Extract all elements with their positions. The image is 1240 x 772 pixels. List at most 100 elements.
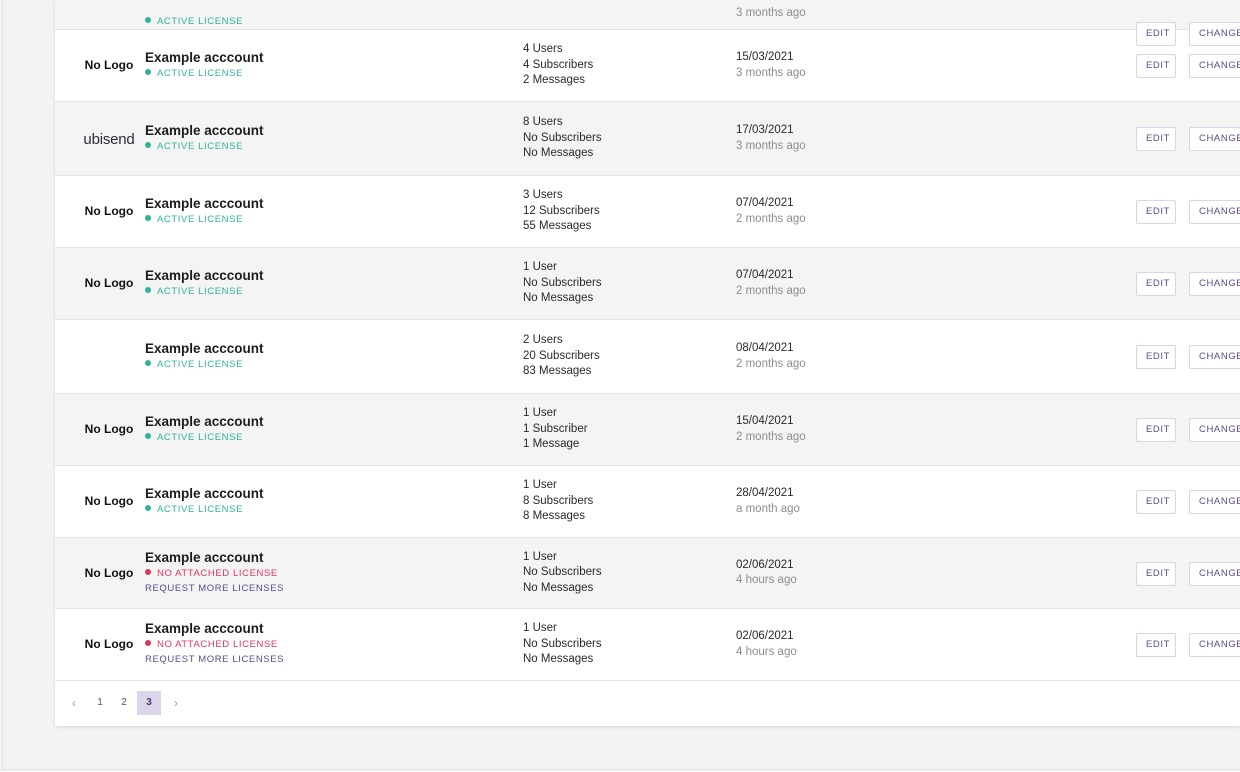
no-logo-label: No Logo [84, 637, 134, 651]
account-name[interactable]: Example acccount [145, 621, 284, 637]
change-button[interactable]: CHANGE [1189, 345, 1240, 369]
page-3-button[interactable]: 3 [137, 691, 161, 715]
page-1-button[interactable]: 1 [88, 691, 112, 715]
subscribers-count: 12 Subscribers [523, 204, 600, 217]
created-date: 02/06/2021 4 hours ago [736, 558, 797, 589]
account-stats: 1 User No Subscribers No Messages [523, 260, 602, 307]
created-date: 07/04/2021 2 months ago [736, 268, 806, 299]
messages-count: 8 Messages [523, 510, 586, 522]
change-button[interactable]: CHANGE [1189, 633, 1240, 657]
subscribers-count: 8 Subscribers [523, 494, 594, 507]
status-dot-icon [145, 432, 151, 439]
messages-count: 83 Messages [523, 365, 592, 377]
license-status: ACTIVE LICENSE [145, 431, 264, 445]
status-dot-icon [145, 68, 151, 75]
account-stats: 1 User No Subscribers No Messages [523, 550, 602, 597]
status-dot-icon [145, 568, 151, 575]
users-count: 4 Users [523, 43, 563, 55]
request-more-licenses-link[interactable]: REQUEST MORE LICENSES [145, 582, 284, 596]
account-name[interactable]: Example acccount [145, 123, 264, 139]
change-button[interactable]: CHANGE [1189, 54, 1240, 78]
messages-count: No Messages [523, 147, 594, 159]
account-name[interactable]: Example acccount [145, 486, 264, 502]
account-name[interactable]: Example acccount [145, 341, 264, 357]
request-more-licenses-link[interactable]: REQUEST MORE LICENSES [145, 653, 284, 667]
account-stats: 4 Users 4 Subscribers 2 Messages [523, 42, 593, 89]
date-value: 07/04/2021 [736, 269, 794, 281]
account-info: Example acccount ACTIVE LICENSE [145, 123, 264, 154]
account-name[interactable]: Example acccount [145, 268, 264, 284]
change-button[interactable]: CHANGE [1189, 561, 1240, 586]
change-button[interactable]: CHANGE [1189, 200, 1240, 224]
no-logo-label: No Logo [84, 494, 134, 508]
license-status-text: ACTIVE LICENSE [157, 16, 244, 27]
created-date: 15/04/2021 2 months ago [736, 414, 806, 445]
license-status-text: NO ATTACHED LICENSE [157, 567, 278, 579]
account-info: ACTIVE LICENSE [145, 14, 243, 29]
license-status-text: NO ATTACHED LICENSE [157, 639, 278, 650]
license-status: ACTIVE LICENSE [145, 503, 264, 517]
account-name[interactable]: Example acccount [145, 50, 264, 66]
messages-count: 2 Messages [523, 74, 586, 86]
edit-button[interactable]: EDIT [1136, 200, 1176, 224]
account-name[interactable]: Example acccount [145, 550, 284, 566]
edit-button[interactable]: EDIT [1136, 127, 1176, 151]
table-row: No Logo Example acccount ACTIVE LICENSE 1 U… [55, 466, 1240, 538]
change-button[interactable]: CHANGE [1189, 490, 1240, 514]
relative-time: 2 months ago [736, 357, 806, 370]
license-status: NO ATTACHED LICENSE [145, 567, 284, 581]
change-button[interactable]: CHANGE [1189, 127, 1240, 151]
license-status: ACTIVE LICENSE [145, 140, 264, 154]
license-status: ACTIVE LICENSE [145, 358, 264, 372]
table-row: No Logo Example acccount ACTIVE LICENSE 1 U… [55, 248, 1240, 320]
edit-button[interactable]: EDIT [1136, 54, 1176, 78]
license-status-text: ACTIVE LICENSE [157, 67, 244, 79]
subscribers-count: 1 Subscriber [523, 422, 588, 435]
account-name[interactable]: Example acccount [145, 414, 264, 430]
next-page-button[interactable]: › [164, 691, 188, 715]
status-dot-icon [145, 17, 151, 23]
account-info: Example acccount ACTIVE LICENSE [145, 341, 264, 372]
no-logo-label: No Logo [84, 204, 134, 218]
relative-time: 4 hours ago [736, 645, 797, 658]
created-date: 08/04/2021 2 months ago [736, 341, 806, 372]
license-status: ACTIVE LICENSE [145, 15, 243, 29]
created-date: 17/03/2021 3 months ago [736, 123, 806, 154]
account-info: Example acccount ACTIVE LICENSE [145, 414, 264, 445]
users-count: 1 User [523, 407, 557, 419]
created-date: 02/06/2021 4 hours ago [736, 629, 797, 660]
pagination: ‹ 1 2 3 › [55, 681, 1240, 726]
account-name[interactable]: Example acccount [145, 196, 264, 212]
date-value: 15/03/2021 [736, 51, 794, 63]
prev-page-button[interactable]: ‹ [62, 691, 86, 715]
users-count: 1 User [523, 479, 557, 491]
subscribers-count: No Subscribers [523, 276, 602, 289]
status-dot-icon [145, 141, 151, 148]
account-stats: 1 User 8 Subscribers 8 Messages [523, 478, 593, 525]
table-row: ACTIVE LICENSE60 Messages3 months agoEDI… [55, 0, 1240, 46]
relative-time: 2 months ago [736, 284, 806, 297]
edit-button[interactable]: EDIT [1136, 633, 1176, 657]
users-count: 8 Users [523, 116, 563, 128]
license-status: ACTIVE LICENSE [145, 67, 264, 81]
subscribers-count: 4 Subscribers [523, 58, 594, 71]
relative-time: 3 months ago [736, 139, 806, 152]
edit-button[interactable]: EDIT [1136, 345, 1176, 369]
license-status-text: ACTIVE LICENSE [157, 431, 244, 443]
messages-count: No Messages [523, 653, 594, 665]
no-logo-label: No Logo [84, 565, 134, 580]
table-row: Example acccount ACTIVE LICENSE 2 Users 20 … [55, 320, 1240, 394]
account-stats: 2 Users 20 Subscribers 83 Messages [523, 333, 600, 380]
accounts-table: ‹ 1 2 3 › ACTIVE LICENSE60 Messages3 mon… [55, 0, 1240, 726]
edit-button[interactable]: EDIT [1136, 490, 1176, 514]
edit-button[interactable]: EDIT [1136, 561, 1176, 586]
table-row: No Logo Example acccount ACTIVE LICENSE 4 U… [55, 30, 1240, 102]
edit-button[interactable]: EDIT [1136, 272, 1176, 296]
change-button[interactable]: CHANGE [1189, 418, 1240, 442]
edit-button[interactable]: EDIT [1136, 418, 1176, 442]
status-dot-icon [145, 640, 151, 646]
change-button[interactable]: CHANGE [1189, 272, 1240, 296]
users-count: 3 Users [523, 189, 563, 201]
page-2-button[interactable]: 2 [112, 691, 136, 715]
table-row: No Logo Example acccount NO ATTACHED LICEN… [55, 538, 1240, 609]
